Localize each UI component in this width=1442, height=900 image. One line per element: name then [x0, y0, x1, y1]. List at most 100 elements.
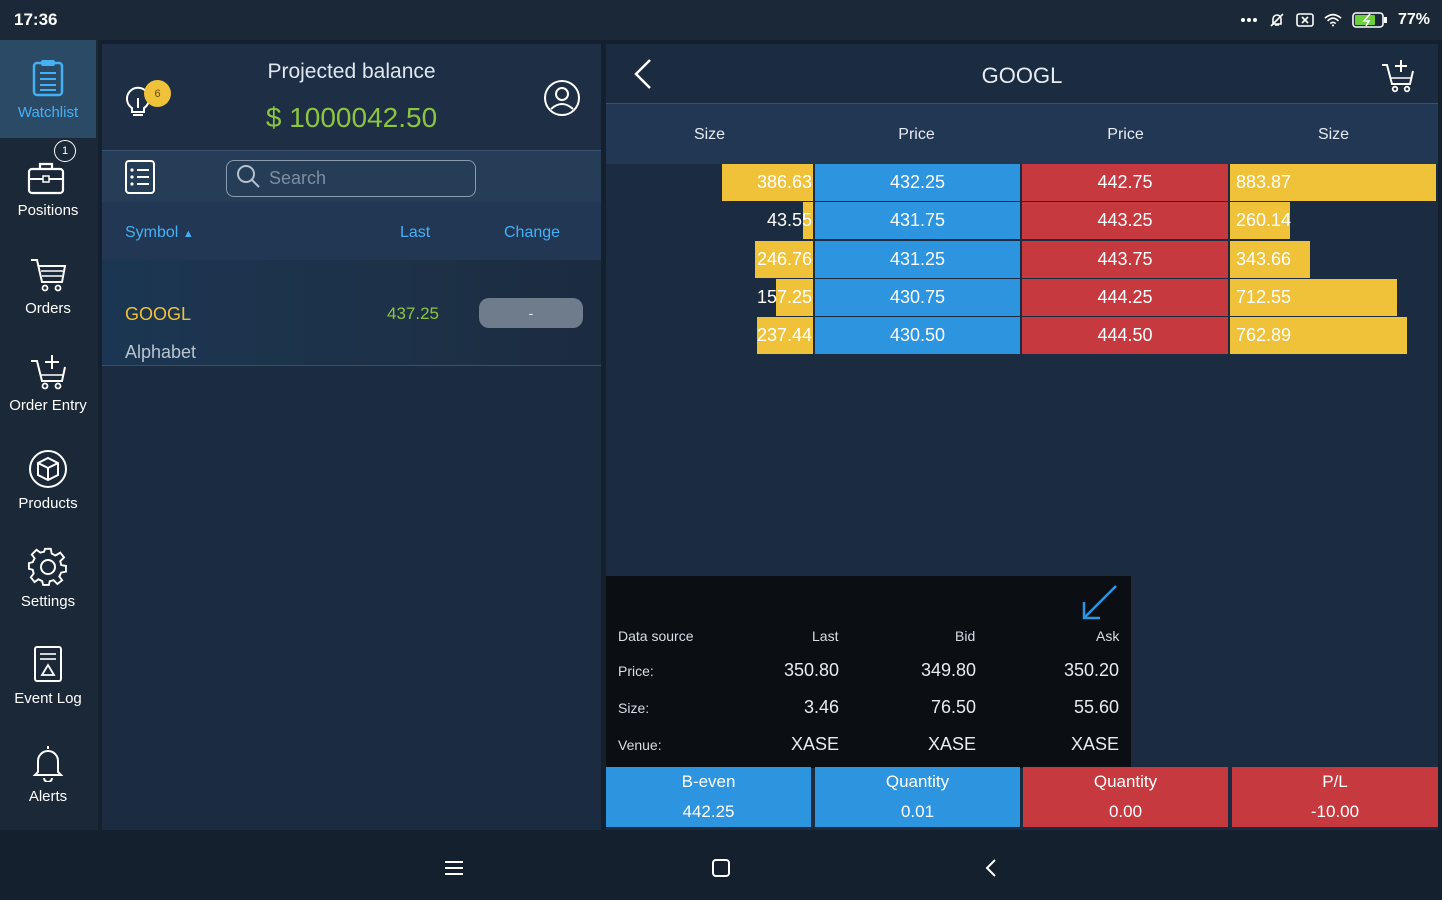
balance-title: Projected balance: [267, 60, 436, 83]
menu-icon[interactable]: [440, 854, 468, 882]
ask-size: 883.87: [1236, 172, 1292, 192]
bid-size: 386.63: [756, 172, 812, 192]
ask-size: 712.55: [1236, 286, 1292, 307]
gear-icon: [26, 545, 70, 589]
orderbook-row[interactable]: 246.76 431.25 443.75 343.66: [606, 240, 1438, 278]
bid-size: 157.25: [756, 286, 812, 307]
ask-price-header: Price: [1107, 126, 1144, 143]
ask-quantity-cell: Quantity 0.00: [1023, 767, 1228, 827]
ask-price[interactable]: 442.75: [1022, 164, 1228, 201]
cube-icon: [26, 447, 70, 491]
last-header[interactable]: Last: [400, 224, 430, 242]
orderbook-row[interactable]: 386.63 432.25 442.75 883.87: [606, 164, 1438, 201]
sidebar-item-label: Orders: [25, 299, 71, 317]
search-input[interactable]: [269, 168, 459, 189]
quote-bid: 349.80: [920, 660, 976, 680]
summary-label: Quantity: [885, 772, 950, 791]
sidebar-item-alerts[interactable]: Alerts: [0, 724, 96, 822]
bid-price[interactable]: 430.75: [815, 278, 1020, 316]
quote-last: 350.80: [783, 660, 839, 680]
search-field[interactable]: [226, 160, 476, 197]
summary-value: -10.00: [1310, 802, 1360, 821]
symbol-sort-header[interactable]: Symbol ▲: [125, 224, 194, 242]
search-row: [102, 150, 601, 202]
position-summary: B-even 442.25 Quantity 0.01 Quantity 0.0…: [606, 767, 1438, 827]
ask-price[interactable]: 443.25: [1022, 202, 1228, 240]
summary-label: Quantity: [1093, 772, 1158, 791]
sidebar-item-orders[interactable]: Orders: [0, 235, 96, 333]
quote-ask: 55.60: [1073, 697, 1119, 717]
home-icon[interactable]: [707, 854, 735, 882]
bid-size: 237.44: [756, 325, 812, 346]
sidebar-item-label: Event Log: [14, 690, 82, 708]
battery-charging-icon: [1352, 12, 1388, 28]
search-icon: [235, 163, 261, 194]
summary-label: P/L: [1322, 772, 1348, 791]
watchlist-panel: 6 Projected balance $ 1000042.50 Symbol …: [102, 44, 601, 830]
quote-ask: 350.20: [1063, 660, 1119, 680]
more-dots-icon: [1240, 13, 1258, 27]
watchlist-header: Symbol ▲ Last Change: [102, 202, 601, 260]
sidebar-item-event-log[interactable]: Event Log: [0, 626, 96, 724]
orderbook-row[interactable]: 157.25 430.75 444.25 712.55: [606, 278, 1438, 316]
cart-add-icon[interactable]: [1380, 57, 1416, 93]
sidebar-item-label: Order Entry: [9, 397, 87, 415]
status-bar: 17:36 77%: [0, 0, 1442, 40]
balance-value: $ 1000042.50: [265, 102, 438, 133]
sidebar-item-watchlist[interactable]: Watchlist: [0, 40, 96, 138]
ask-price[interactable]: 443.75: [1022, 240, 1228, 278]
system-nav-bar: [0, 836, 1442, 900]
sidebar-item-label: Positions: [17, 202, 79, 220]
quote-row-label: Venue:: [618, 737, 662, 753]
quote-last: 3.46: [803, 697, 839, 717]
bid-price[interactable]: 430.50: [815, 317, 1020, 355]
break-even-cell: B-even 442.25: [606, 767, 811, 827]
last-label: Last: [812, 628, 839, 644]
collapse-arrow-icon[interactable]: [1080, 584, 1120, 622]
sidebar-item-products[interactable]: Products: [0, 431, 96, 529]
orderbook-columns: Size Price Price Size: [606, 104, 1438, 164]
sidebar-item-order-entry[interactable]: Order Entry: [0, 333, 96, 431]
instrument-title: GOOGL: [981, 63, 1063, 88]
orderbook-header: GOOGL: [606, 44, 1438, 104]
bid-price[interactable]: 432.25: [815, 164, 1020, 201]
ask-price[interactable]: 444.25: [1022, 278, 1228, 316]
ask-size: 762.89: [1236, 325, 1292, 346]
user-icon[interactable]: [543, 79, 581, 117]
bid-price[interactable]: 431.25: [815, 240, 1020, 278]
sidebar-item-label: Alerts: [28, 788, 68, 806]
close-box-icon: [1296, 13, 1314, 27]
row-symbol: GOOGL: [125, 304, 192, 324]
quote-row-label: Size:: [618, 700, 650, 716]
bell-icon: [26, 740, 70, 784]
cart-icon: [26, 252, 70, 296]
ask-price[interactable]: 444.50: [1022, 317, 1228, 355]
sidebar-item-label: Watchlist: [17, 104, 79, 122]
status-icons: 77%: [1240, 11, 1430, 29]
bid-size-header: Size: [693, 126, 726, 143]
list-icon[interactable]: [124, 159, 156, 195]
cart-add-icon: [26, 349, 70, 393]
orderbook-row[interactable]: 43.55 431.75 443.25 260.14: [606, 202, 1438, 240]
orderbook-row[interactable]: 237.44 430.50 444.50 762.89: [606, 317, 1438, 355]
summary-value: 0.01: [900, 802, 935, 821]
sidebar-item-label: Products: [18, 495, 78, 513]
bell-off-icon: [1268, 13, 1286, 27]
summary-value: 0.00: [1108, 802, 1143, 821]
change-header[interactable]: Change: [504, 224, 560, 242]
ask-size: 260.14: [1236, 210, 1292, 231]
event-log-icon: [26, 642, 70, 686]
back-icon[interactable]: [977, 854, 1005, 882]
battery-percent: 77%: [1397, 11, 1430, 28]
bid-label: Bid: [955, 628, 976, 644]
ask-size-header: Size: [1317, 126, 1350, 143]
sidebar-item-settings[interactable]: Settings: [0, 528, 96, 626]
table-row[interactable]: GOOGL Alphabet 437.25 -: [102, 260, 601, 366]
row-change-badge[interactable]: -: [479, 298, 583, 328]
summary-label: B-even: [681, 772, 736, 791]
bid-price[interactable]: 431.75: [815, 202, 1020, 240]
sidebar-item-positions[interactable]: 1 Positions: [0, 138, 96, 236]
ask-label: Ask: [1096, 628, 1120, 644]
wifi-icon: [1324, 13, 1342, 27]
quote-row-label: Price:: [618, 663, 654, 679]
